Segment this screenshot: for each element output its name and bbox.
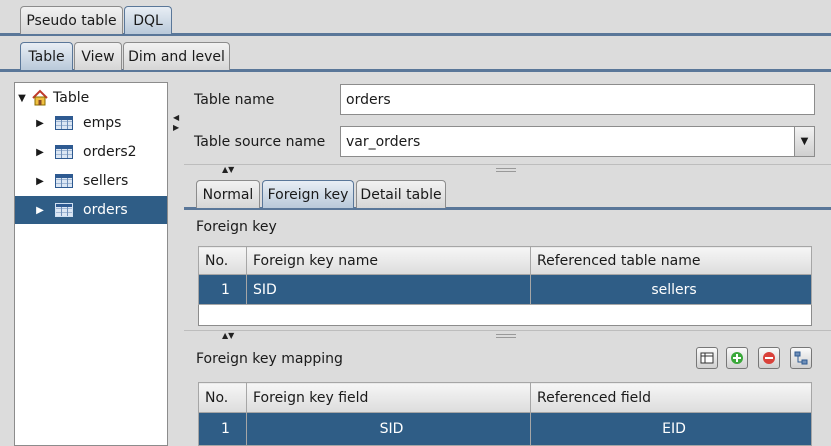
tab-dim-and-level[interactable]: Dim and level: [123, 42, 230, 70]
column-header[interactable]: Referenced field: [530, 381, 812, 414]
table-source-label: Table source name: [194, 134, 326, 150]
tree-root-label: Table: [53, 90, 90, 106]
column-header[interactable]: Foreign key field: [246, 381, 531, 414]
collapse-left-icon[interactable]: ◀: [173, 114, 179, 122]
table-icon: [55, 174, 73, 188]
table-row[interactable]: 1 SID sellers: [198, 274, 812, 306]
table-name-label: Table name: [194, 92, 275, 108]
table-icon: [55, 203, 73, 217]
expand-right-icon[interactable]: ▶: [33, 147, 47, 158]
table-header: No. Foreign key field Referenced field: [198, 381, 812, 414]
tree-item-label: orders: [83, 202, 128, 218]
tree-item-label: orders2: [83, 144, 137, 160]
column-header[interactable]: Referenced table name: [530, 245, 812, 276]
tab-foreign-key[interactable]: Foreign key: [262, 180, 354, 208]
link-icon[interactable]: [790, 347, 812, 369]
horizontal-splitter-top[interactable]: ▲▼: [184, 164, 831, 174]
tree-item-label: sellers: [83, 173, 129, 189]
table-header: No. Foreign key name Referenced table na…: [198, 245, 812, 276]
expand-right-icon[interactable]: ▶: [33, 176, 47, 187]
tree-item-emps[interactable]: ▶ emps: [15, 109, 167, 137]
referenced-table-cell[interactable]: sellers: [530, 274, 812, 306]
expand-right-icon[interactable]: ▶: [33, 118, 47, 129]
row-number[interactable]: 1: [198, 274, 247, 306]
foreign-key-mapping-section: Foreign key mapping No. Foreign key fiel…: [184, 340, 831, 446]
tab-pseudo-table[interactable]: Pseudo table: [20, 6, 123, 34]
table-tree[interactable]: ▼ Table ▶ emps ▶ orders2 ▶ sellers ▶ ord…: [14, 82, 168, 446]
table-source-value: var_orders: [346, 133, 421, 150]
table-name-input[interactable]: orders: [340, 84, 815, 115]
tab-detail-table[interactable]: Detail table: [356, 180, 446, 208]
split-arrows-icon[interactable]: ▲▼: [222, 332, 234, 340]
tree-item-orders[interactable]: ▶ orders: [15, 196, 167, 224]
table-edit-icon[interactable]: [696, 347, 718, 369]
expand-right-icon[interactable]: ▶: [173, 124, 179, 132]
table-icon: [55, 145, 73, 159]
sub-tab-bar: Table View Dim and level: [0, 36, 831, 72]
remove-icon[interactable]: [758, 347, 780, 369]
foreign-key-title: Foreign key: [196, 219, 277, 235]
mapping-table[interactable]: No. Foreign key field Referenced field 1…: [198, 381, 812, 446]
horizontal-splitter-bottom[interactable]: ▲▼: [184, 330, 831, 340]
column-header[interactable]: Foreign key name: [246, 245, 531, 276]
row-number[interactable]: 1: [198, 412, 247, 446]
top-tab-bar: Pseudo table DQL: [0, 0, 831, 36]
tab-normal[interactable]: Normal: [196, 180, 260, 208]
expand-right-icon[interactable]: ▶: [33, 205, 47, 216]
foreign-key-section: Foreign key No. Foreign key name Referen…: [184, 210, 831, 330]
tree-item-label: emps: [83, 115, 122, 131]
grip-icon: [496, 334, 516, 338]
tree-item-orders2[interactable]: ▶ orders2: [15, 138, 167, 166]
tree-item-sellers[interactable]: ▶ sellers: [15, 167, 167, 195]
tab-view[interactable]: View: [74, 42, 122, 70]
vertical-splitter[interactable]: ◀ ▶: [168, 82, 184, 446]
foreign-key-table[interactable]: No. Foreign key name Referenced table na…: [198, 245, 812, 326]
table-source-select[interactable]: var_orders ▼: [340, 126, 815, 157]
expand-down-icon[interactable]: ▼: [15, 93, 29, 104]
table-row[interactable]: 1 SID EID: [198, 412, 812, 446]
split-arrows-icon[interactable]: ▲▼: [222, 166, 234, 174]
tree-root[interactable]: ▼ Table: [15, 84, 167, 112]
add-icon[interactable]: [726, 347, 748, 369]
column-header[interactable]: No.: [198, 381, 247, 414]
empty-row: [199, 305, 812, 326]
grip-icon: [496, 168, 516, 172]
chevron-down-icon[interactable]: ▼: [794, 127, 814, 156]
column-header[interactable]: No.: [198, 245, 247, 276]
mapping-title: Foreign key mapping: [196, 351, 343, 367]
home-icon: [32, 89, 48, 106]
foreign-key-field-cell[interactable]: SID: [246, 412, 531, 446]
referenced-field-cell[interactable]: EID: [530, 412, 812, 446]
tab-table[interactable]: Table: [20, 42, 73, 70]
table-properties-panel: Table name orders Table source name var_…: [184, 72, 831, 446]
table-icon: [55, 116, 73, 130]
tab-dql[interactable]: DQL: [124, 6, 172, 34]
foreign-key-name-cell[interactable]: SID: [246, 274, 531, 306]
inner-tab-bar: Normal Foreign key Detail table: [184, 176, 831, 210]
